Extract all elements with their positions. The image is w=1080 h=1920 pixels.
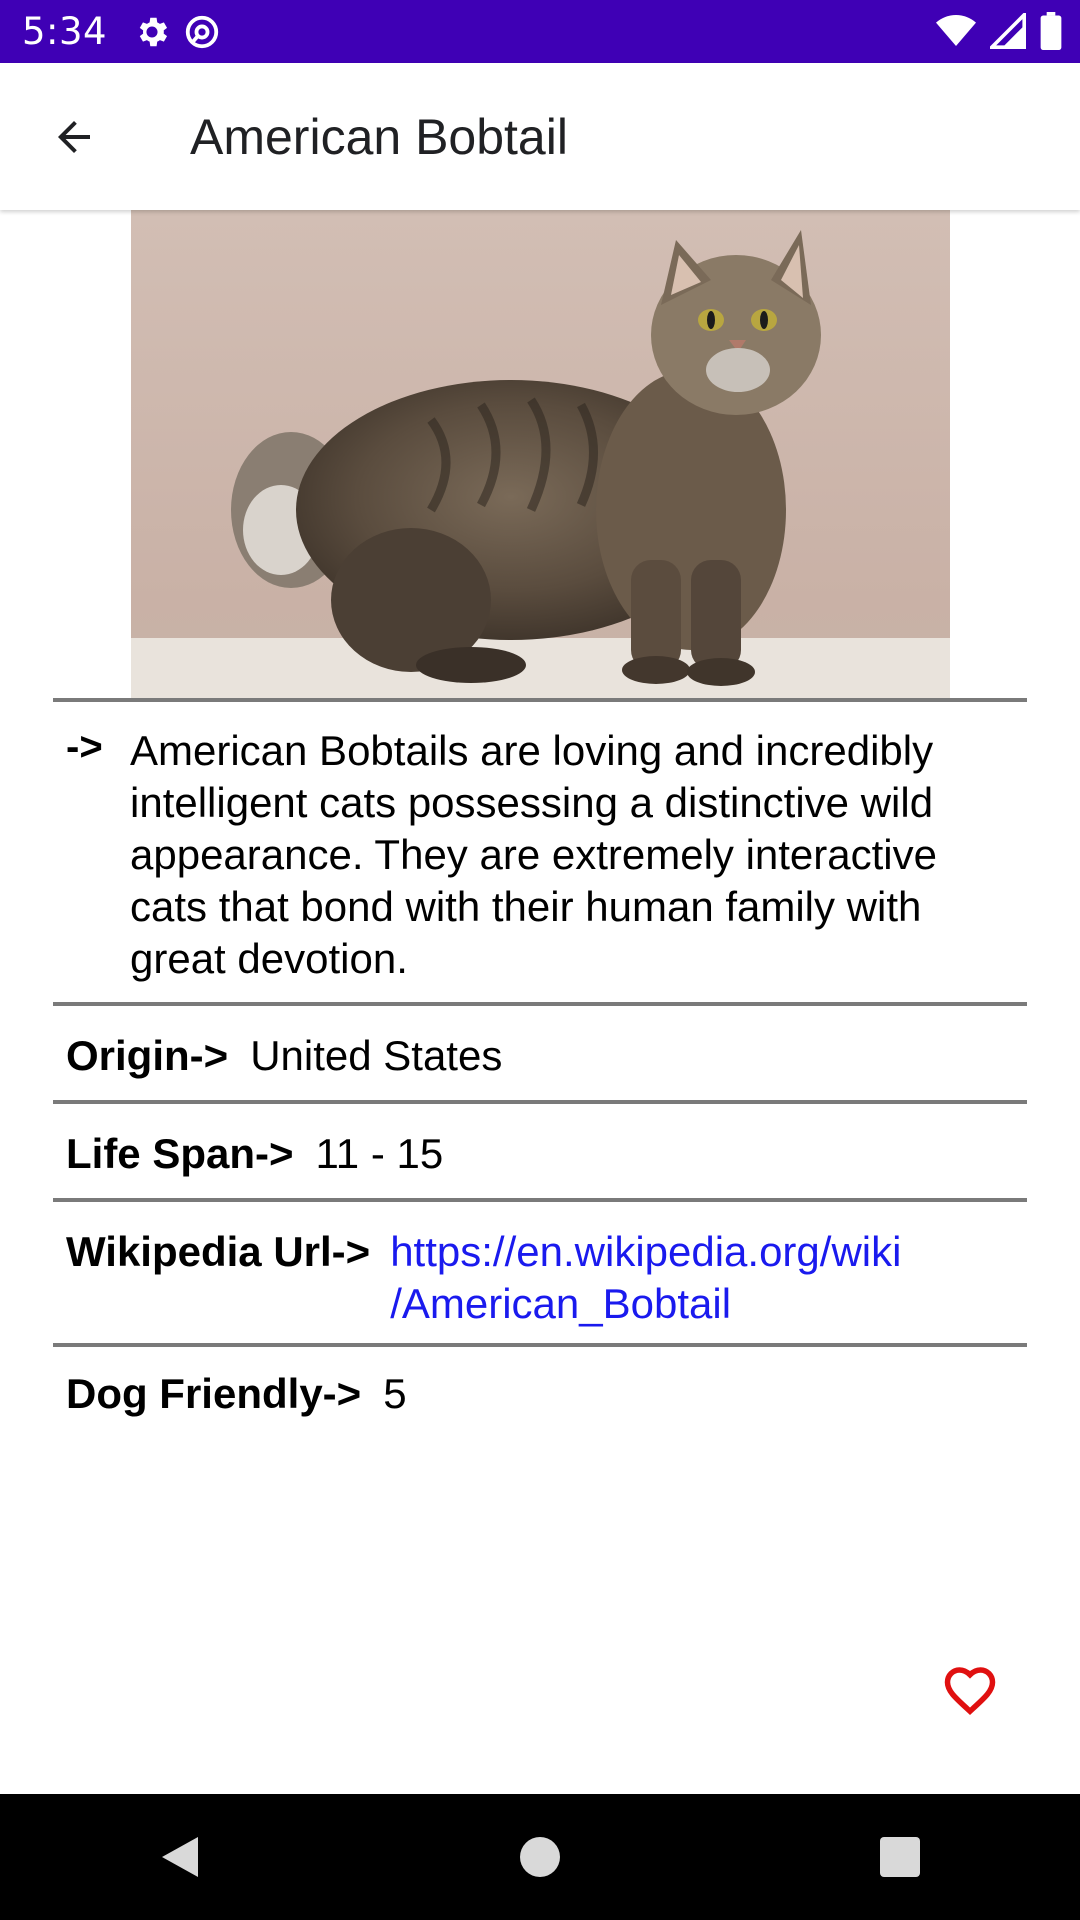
description-row: -> American Bobtails are loving and incr… <box>66 725 1026 985</box>
wifi-icon <box>936 13 976 54</box>
vpn-icon <box>183 13 221 51</box>
dog-friendly-row: Dog Friendly-> 5 <box>66 1370 1026 1418</box>
divider <box>53 1100 1027 1104</box>
divider <box>53 698 1027 702</box>
heart-outline-icon <box>944 1667 996 1715</box>
wikipedia-label: Wikipedia Url-> <box>66 1228 371 1275</box>
recents-square-icon <box>880 1837 920 1877</box>
divider <box>53 1343 1027 1347</box>
nav-recents-button[interactable] <box>840 1797 960 1917</box>
life-span-value: 11 - 15 <box>315 1130 444 1177</box>
dog-friendly-label: Dog Friendly-> <box>66 1370 362 1417</box>
settings-icon <box>133 13 171 51</box>
home-circle-icon <box>520 1837 560 1877</box>
back-button[interactable] <box>0 63 150 210</box>
dog-friendly-value: 5 <box>383 1370 407 1417</box>
page-title: American Bobtail <box>190 108 568 165</box>
nav-back-button[interactable] <box>120 1797 240 1917</box>
life-span-row: Life Span-> 11 - 15 <box>66 1130 1026 1178</box>
battery-icon <box>1040 12 1062 55</box>
description-text: American Bobtails are loving and incredi… <box>130 727 937 982</box>
wikipedia-row: Wikipedia Url-> https://en.wikipedia.org… <box>66 1226 1026 1330</box>
status-time: 5:34 <box>22 10 108 53</box>
favorite-button[interactable] <box>940 1660 1000 1720</box>
navigation-bar <box>0 1794 1080 1920</box>
breed-image <box>131 210 950 698</box>
nav-home-button[interactable] <box>480 1797 600 1917</box>
divider <box>53 1198 1027 1202</box>
origin-value: United States <box>250 1032 503 1079</box>
status-bar: 5:34 <box>0 0 1080 63</box>
wikipedia-link[interactable]: https://en.wikipedia.org/wiki /American_… <box>390 1226 901 1330</box>
divider <box>53 1002 1027 1006</box>
wikipedia-link-line2[interactable]: /American_Bobtail <box>390 1280 731 1327</box>
arrow-back-icon <box>58 120 90 153</box>
origin-row: Origin-> United States <box>66 1032 1026 1080</box>
description-arrow: -> <box>66 725 103 769</box>
cellular-icon <box>987 10 1026 54</box>
back-triangle-icon <box>162 1837 198 1877</box>
life-span-label: Life Span-> <box>66 1130 294 1177</box>
origin-label: Origin-> <box>66 1032 229 1079</box>
wikipedia-link-line1[interactable]: https://en.wikipedia.org/wiki <box>390 1228 901 1275</box>
app-bar: American Bobtail <box>0 63 1080 210</box>
